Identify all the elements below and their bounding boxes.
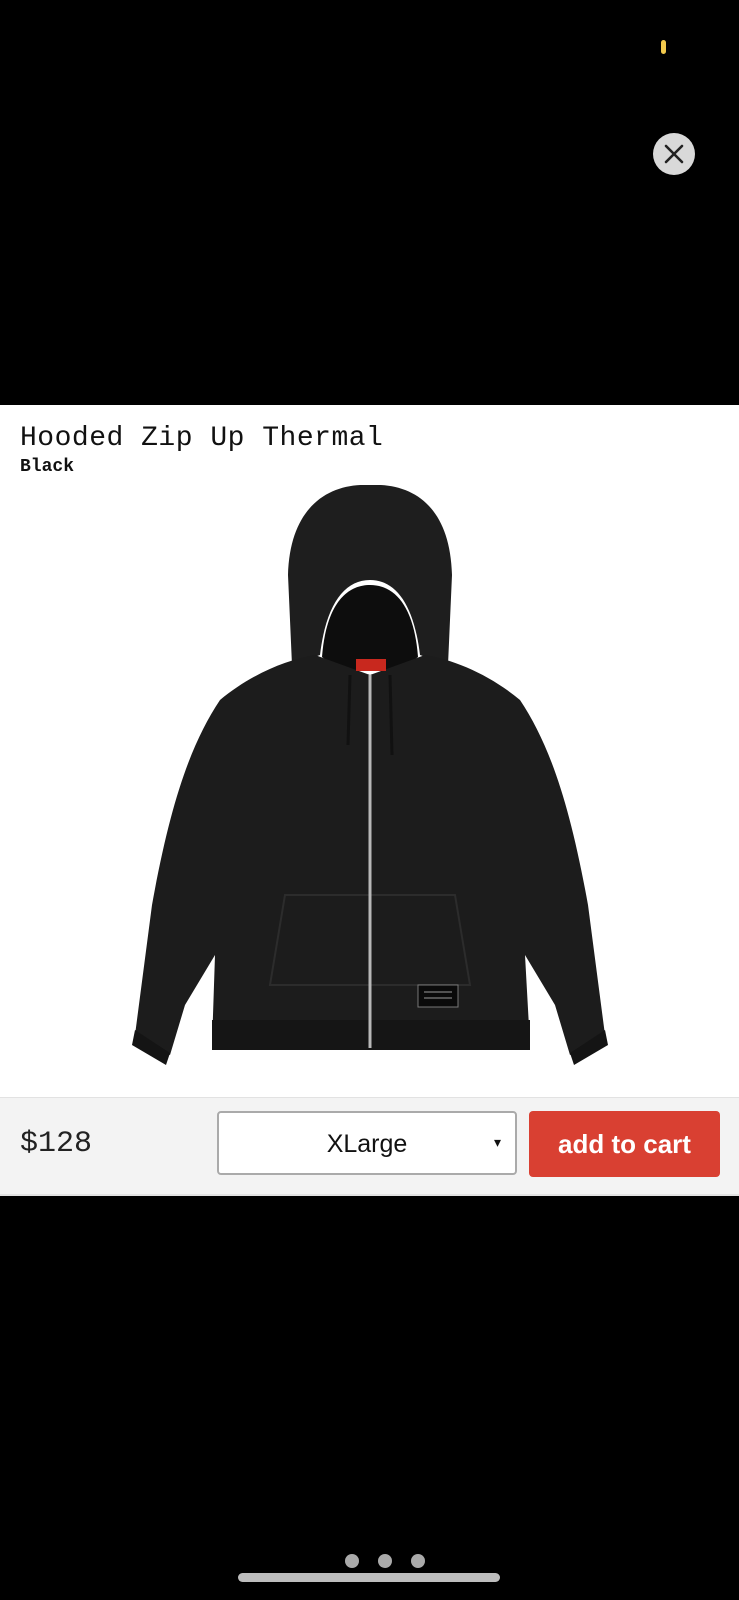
product-color: Black — [20, 457, 75, 477]
product-sheet: Hooded Zip Up Thermal Black $128 XLarge … — [0, 405, 739, 1196]
size-select[interactable]: XLarge ▾ — [217, 1111, 517, 1175]
page-indicator — [345, 1554, 425, 1568]
size-selected-value: XLarge — [326, 1130, 408, 1158]
chevron-down-icon: ▾ — [493, 1134, 501, 1150]
status-indicator — [661, 40, 666, 54]
home-indicator[interactable] — [238, 1573, 500, 1582]
hoodie-image — [132, 485, 608, 1065]
product-title: Hooded Zip Up Thermal — [20, 423, 384, 454]
close-button[interactable] — [653, 133, 695, 175]
close-icon — [664, 144, 684, 164]
page-dot[interactable] — [411, 1554, 425, 1568]
buy-bar: $128 XLarge ▾ add to cart — [0, 1097, 739, 1196]
product-price: $128 — [20, 1127, 93, 1161]
add-to-cart-button[interactable]: add to cart — [529, 1111, 720, 1177]
page-dot[interactable] — [378, 1554, 392, 1568]
screen: Hooded Zip Up Thermal Black $128 XLarge … — [0, 0, 739, 1600]
page-dot[interactable] — [345, 1554, 359, 1568]
